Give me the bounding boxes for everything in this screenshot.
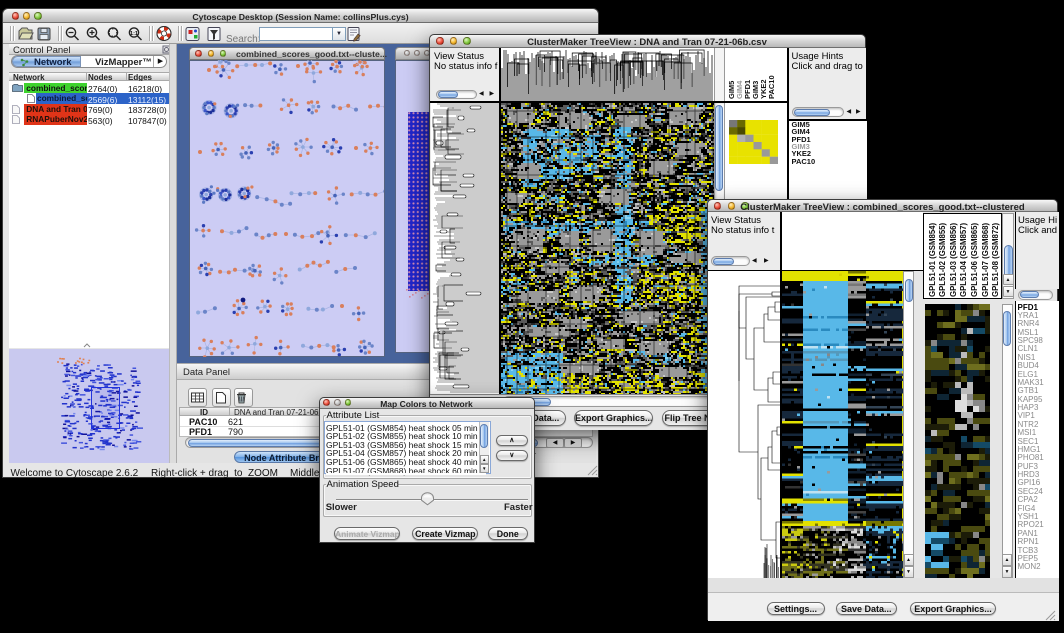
svg-text:1:1: 1:1 xyxy=(130,31,138,37)
